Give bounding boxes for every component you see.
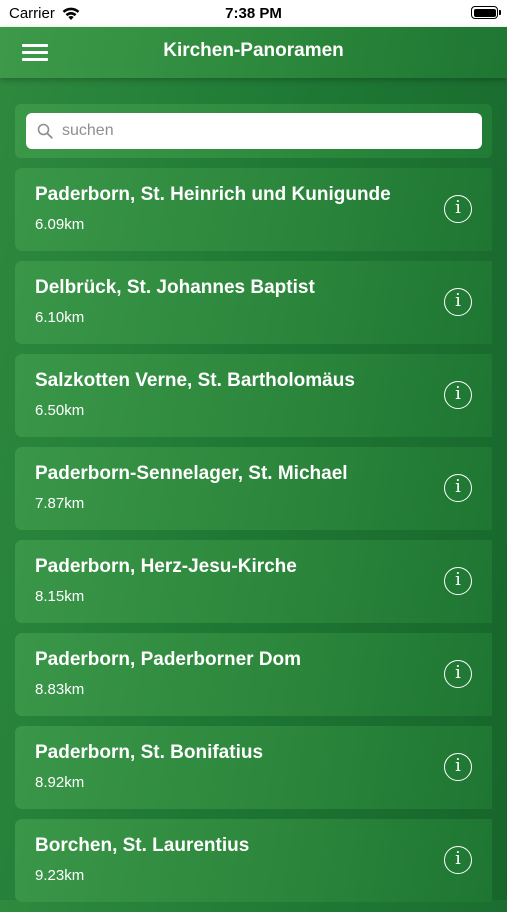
church-list-item[interactable]: Salzkotten Verne, St. Bartholomäus 6.50k… [15,354,492,437]
church-name: Delbrück, St. Johannes Baptist [35,277,315,298]
info-icon[interactable]: i [444,660,472,688]
church-list-item[interactable]: Borchen, St. Laurentius 9.23km i [15,819,492,902]
info-glyph: i [455,848,461,869]
church-name: Borchen, St. Laurentius [35,835,250,856]
church-distance: 8.15km [35,588,85,605]
church-distance: 6.50km [35,402,85,419]
info-glyph: i [455,197,461,218]
info-glyph: i [455,476,461,497]
church-name: Paderborn-Sennelager, St. Michael [35,463,348,484]
church-name: Paderborn, St. Bonifatius [35,742,264,763]
info-icon[interactable]: i [444,846,472,874]
search-field[interactable] [26,113,482,149]
church-list-item[interactable]: Paderborn-Sennelager, St. Michael 7.87km… [15,447,492,530]
info-icon[interactable]: i [444,474,472,502]
church-distance: 8.92km [35,774,85,791]
church-distance: 6.09km [35,216,85,233]
info-glyph: i [455,290,461,311]
church-name: Paderborn, Paderborner Dom [35,649,302,670]
navigation-bar: Kirchen-Panoramen [0,27,507,78]
church-name: Salzkotten Verne, St. Bartholomäus [35,370,355,391]
info-glyph: i [455,383,461,404]
info-icon[interactable]: i [444,753,472,781]
info-icon[interactable]: i [444,195,472,223]
info-icon[interactable]: i [444,288,472,316]
search-icon [37,123,53,139]
info-icon[interactable]: i [444,381,472,409]
church-list-item[interactable]: Delbrück, St. Johannes Baptist 6.10km i [15,261,492,344]
church-distance: 9.23km [35,867,85,884]
church-list-item[interactable]: Paderborn, Herz-Jesu-Kirche 8.15km i [15,540,492,623]
info-icon[interactable]: i [444,567,472,595]
status-time: 7:38 PM [225,5,282,22]
church-distance: 6.10km [35,309,85,326]
search-input[interactable] [62,113,472,149]
info-glyph: i [455,569,461,590]
info-glyph: i [455,755,461,776]
status-bar: Carrier 7:38 PM [0,0,507,27]
info-glyph: i [455,662,461,683]
church-distance: 8.83km [35,681,85,698]
page-title: Kirchen-Panoramen [163,40,344,61]
church-name: Paderborn, St. Heinrich und Kunigunde [35,184,391,205]
church-list-item[interactable]: Paderborn, St. Bonifatius 8.92km i [15,726,492,809]
church-list-item[interactable]: Paderborn, St. Heinrich und Kunigunde 6.… [15,168,492,251]
church-name: Paderborn, Herz-Jesu-Kirche [35,556,297,577]
battery-icon [471,6,501,19]
church-distance: 7.87km [35,495,85,512]
church-list: Paderborn, St. Heinrich und Kunigunde 6.… [15,168,492,912]
church-list-item[interactable]: Paderborn, Paderborner Dom 8.83km i [15,633,492,716]
